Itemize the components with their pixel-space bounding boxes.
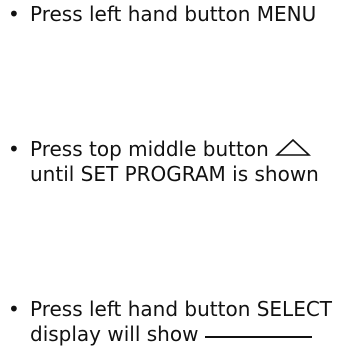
instruction-text: Press left hand button SELECT display wi… xyxy=(30,297,332,347)
instruction-text: Press top middle button until SET PROGRA… xyxy=(30,137,319,187)
bullet: • xyxy=(8,297,20,321)
bullet: • xyxy=(8,137,20,161)
up-triangle-icon xyxy=(274,138,311,156)
instruction-line: Press left hand button SELECT xyxy=(30,297,333,321)
display-blank-line xyxy=(205,336,313,338)
instruction-line: Press top middle button xyxy=(30,137,319,162)
instruction-line-text: Press top middle button xyxy=(30,137,269,161)
instruction-line: Press left hand button MENU xyxy=(30,2,317,26)
instruction-line-text: display will show xyxy=(30,322,199,346)
bullet: • xyxy=(8,2,20,26)
instruction-line: until SET PROGRAM is shown xyxy=(30,162,319,186)
instruction-line: display will show xyxy=(30,322,332,347)
instruction-text: Press left hand button MENU xyxy=(30,2,316,27)
